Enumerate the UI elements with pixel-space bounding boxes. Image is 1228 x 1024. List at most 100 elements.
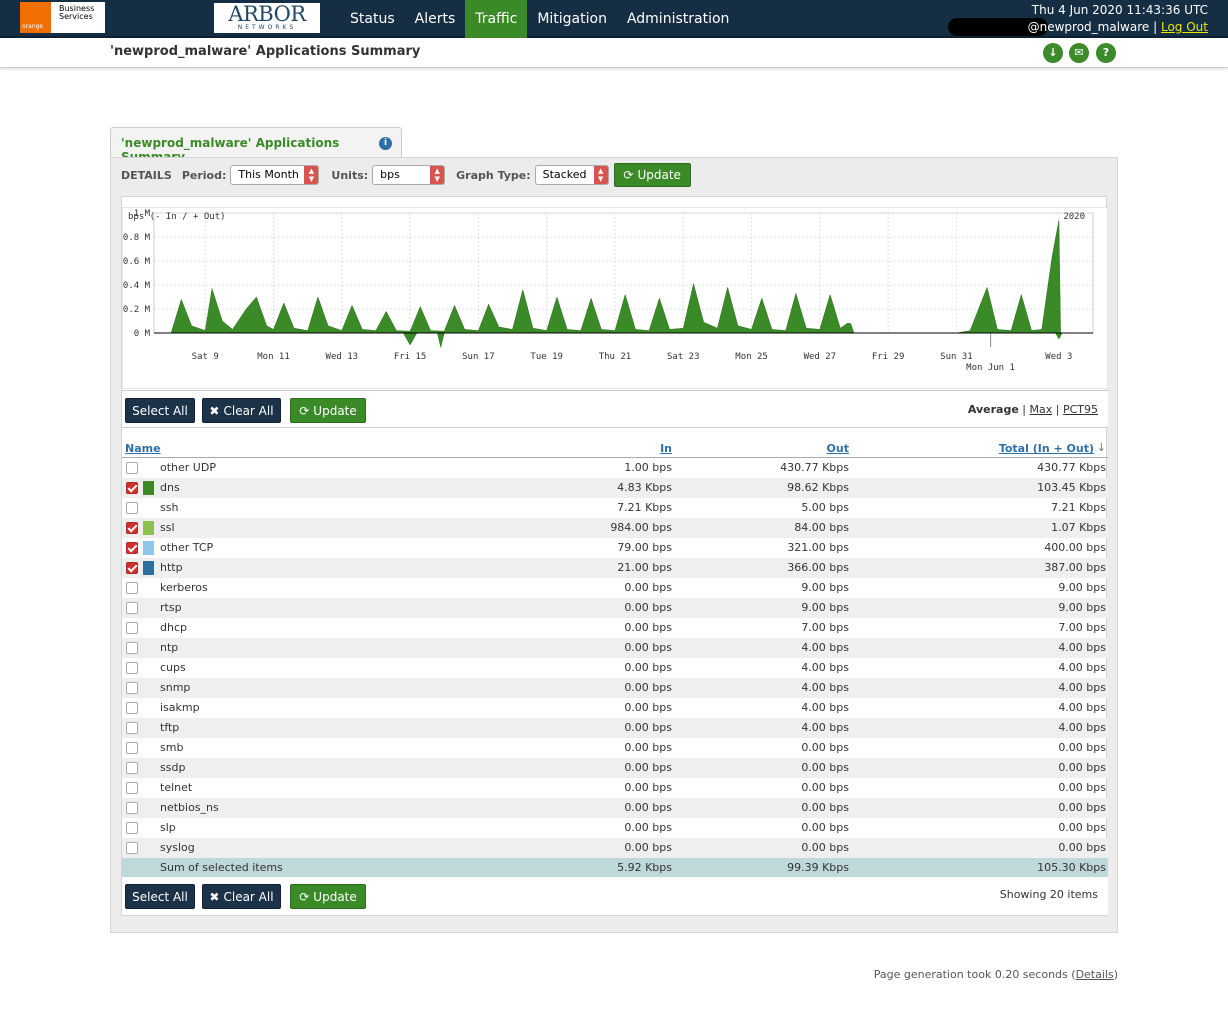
email-button[interactable]: ✉ — [1069, 43, 1089, 63]
row-checkbox[interactable] — [126, 582, 138, 594]
row-checkbox[interactable] — [126, 802, 138, 814]
name-column-header[interactable]: Name — [125, 442, 161, 455]
info-icon[interactable]: i — [379, 137, 392, 150]
orange-logo-line2: Services — [59, 12, 93, 21]
main-nav: Status Alerts Traffic Mitigation Administrat… — [340, 0, 739, 38]
table-row: smb 0.00 bps 0.00 bps 0.00 bps — [122, 738, 1108, 758]
cell-total: 0.00 bps — [1058, 781, 1106, 794]
summary-tab[interactable]: 'newprod_malware' Applications Summary i — [110, 127, 402, 164]
details-link[interactable]: Details — [1076, 968, 1114, 981]
select-all-button-bottom[interactable]: Select All — [125, 884, 195, 909]
cell-in: 0.00 bps — [624, 641, 672, 654]
cell-in: 0.00 bps — [624, 581, 672, 594]
table-row: tftp 0.00 bps 4.00 bps 4.00 bps — [122, 718, 1108, 738]
cell-out: 0.00 bps — [801, 821, 849, 834]
nav-item-alerts[interactable]: Alerts — [405, 0, 466, 38]
y-axis-label: bps (- In / + Out) — [128, 212, 226, 222]
update-button-bottom[interactable]: ⟳ Update — [290, 884, 366, 909]
row-checkbox[interactable] — [126, 742, 138, 754]
page-footer: Page generation took 0.20 seconds (Detai… — [874, 968, 1118, 981]
cell-in: 1.00 bps — [624, 461, 672, 474]
cell-total: 9.00 bps — [1058, 601, 1106, 614]
cell-out: 4.00 bps — [801, 721, 849, 734]
cell-name: rtsp — [160, 601, 182, 614]
y-tick-label: 0.8 M — [123, 233, 151, 243]
units-select[interactable]: bps ▲ ▼ — [372, 165, 446, 185]
clear-all-button-bottom[interactable]: ✖ Clear All — [202, 884, 281, 909]
select-all-button[interactable]: Select All — [125, 398, 195, 423]
row-checkbox[interactable] — [126, 542, 138, 554]
help-icon: ? — [1102, 46, 1110, 59]
applications-table: other UDP 1.00 bps 430.77 Kbps 430.77 Kbps d… — [122, 458, 1108, 878]
cell-name: telnet — [160, 781, 193, 794]
cell-total: 4.00 bps — [1058, 641, 1106, 654]
cell-name: cups — [160, 661, 186, 674]
showing-count: Showing 20 items — [999, 888, 1098, 901]
row-checkbox[interactable] — [126, 642, 138, 654]
cell-name: kerberos — [160, 581, 208, 594]
cell-out: 9.00 bps — [801, 581, 849, 594]
cell-in: 0.00 bps — [624, 621, 672, 634]
nav-item-administration[interactable]: Administration — [617, 0, 739, 38]
cell-in: 0.00 bps — [624, 841, 672, 854]
x-tick-label: Mon 11 — [257, 352, 290, 362]
row-checkbox[interactable] — [126, 822, 138, 834]
cell-in: 0.00 bps — [624, 601, 672, 614]
row-checkbox[interactable] — [126, 662, 138, 674]
x-tick-label: Sat 23 — [667, 352, 700, 362]
help-button[interactable]: ? — [1096, 43, 1116, 63]
y-tick-label: 0.2 M — [123, 305, 151, 315]
stat-pct95-link[interactable]: PCT95 — [1063, 403, 1098, 416]
x-tick-label: Tue 19 — [530, 352, 563, 362]
logout-link[interactable]: Log Out — [1161, 20, 1208, 34]
row-checkbox[interactable] — [126, 782, 138, 794]
period-select[interactable]: This Month ▲ ▼ — [230, 165, 320, 185]
user-line: @newprod_malware | Log Out — [1028, 19, 1208, 36]
row-checkbox[interactable] — [126, 462, 138, 474]
row-checkbox[interactable] — [126, 522, 138, 534]
clear-all-button[interactable]: ✖ Clear All — [202, 398, 281, 423]
x-tick-label: Mon 25 — [735, 352, 768, 362]
total-column-header[interactable]: Total (In + Out) — [999, 442, 1094, 455]
cell-out: 0.00 bps — [801, 841, 849, 854]
table-row: http 21.00 bps 366.00 bps 387.00 bps — [122, 558, 1108, 578]
cell-out: 84.00 bps — [794, 521, 849, 534]
y-tick-label: 0 M — [134, 329, 151, 339]
orange-logo-caption: Business Services — [51, 2, 94, 33]
row-checkbox[interactable] — [126, 762, 138, 774]
select-arrows-icon: ▲ ▼ — [430, 166, 445, 184]
details-update-button[interactable]: ⟳ Update — [613, 163, 691, 187]
download-icon: ↓ — [1048, 46, 1058, 59]
stat-average[interactable]: Average — [968, 403, 1019, 416]
in-column-header[interactable]: In — [660, 442, 672, 455]
row-checkbox[interactable] — [126, 562, 138, 574]
cell-in: 0.00 bps — [624, 661, 672, 674]
nav-item-traffic[interactable]: Traffic — [465, 0, 528, 38]
row-checkbox[interactable] — [126, 722, 138, 734]
bottom-action-toolbar: Select All ✖ Clear All ⟳ Update Showing 20… — [122, 877, 1108, 915]
update-button[interactable]: ⟳ Update — [290, 398, 366, 423]
cell-name: ssh — [160, 501, 179, 514]
row-checkbox[interactable] — [126, 622, 138, 634]
stat-max-link[interactable]: Max — [1030, 403, 1053, 416]
current-datetime: Thu 4 Jun 2020 11:43:36 UTC — [1031, 3, 1208, 17]
row-checkbox[interactable] — [126, 602, 138, 614]
row-checkbox[interactable] — [126, 702, 138, 714]
cell-out: 0.00 bps — [801, 741, 849, 754]
period-label: Period: — [181, 168, 227, 182]
nav-item-status[interactable]: Status — [340, 0, 405, 38]
graph-type-select[interactable]: Stacked ▲ ▼ — [534, 165, 609, 185]
row-checkbox[interactable] — [126, 842, 138, 854]
download-button[interactable]: ↓ — [1043, 43, 1063, 63]
row-checkbox[interactable] — [126, 502, 138, 514]
table-row: other TCP 79.00 bps 321.00 bps 400.00 bps — [122, 538, 1108, 558]
nav-item-mitigation[interactable]: Mitigation — [527, 0, 617, 38]
row-checkbox[interactable] — [126, 682, 138, 694]
cell-name: syslog — [160, 841, 195, 854]
cell-name: dns — [160, 481, 180, 494]
table-row: ssh 7.21 Kbps 5.00 bps 7.21 Kbps — [122, 498, 1108, 518]
x-tick-label: Sun 31 — [940, 352, 973, 362]
row-checkbox[interactable] — [126, 482, 138, 494]
out-column-header[interactable]: Out — [827, 442, 849, 455]
clear-all-label: Clear All — [223, 403, 274, 418]
